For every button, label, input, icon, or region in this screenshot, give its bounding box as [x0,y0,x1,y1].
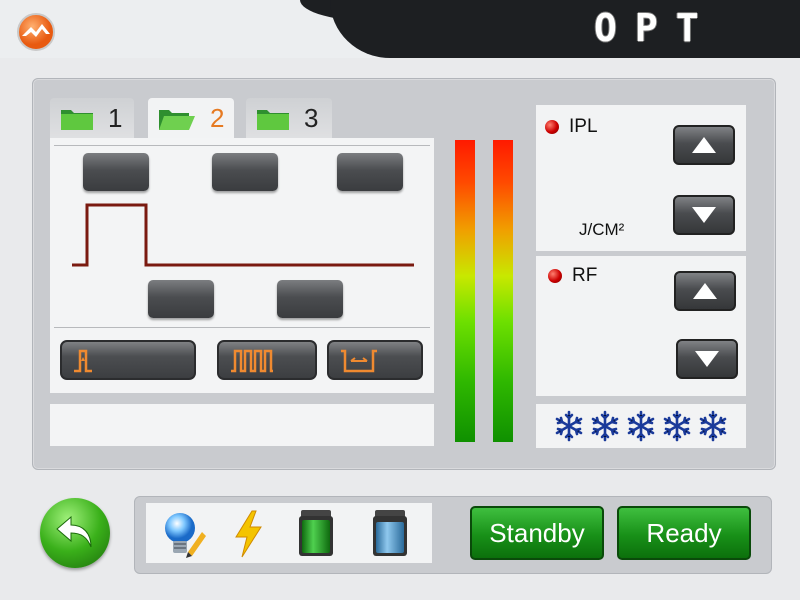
snowflake-icon [627,410,655,442]
snowflake-icon [591,410,619,442]
tab-2[interactable]: 2 [148,98,234,138]
tab-3-label: 3 [304,102,319,133]
back-button[interactable] [40,498,110,568]
long-pulse-mode-button[interactable] [327,340,423,380]
pulse-waveform [72,203,414,267]
ipl-indicator: IPL [545,116,598,138]
divider [54,327,430,328]
snowflake-icon [699,410,727,442]
brand-title: OPT [594,6,717,50]
divider [54,145,430,146]
ipl-unit: J/CM² [579,220,625,239]
lightbulb-pencil-icon[interactable] [160,508,206,560]
ipl-increase-button[interactable] [673,125,735,165]
back-arrow-icon [56,515,92,548]
rf-level-meter [493,140,513,442]
status-dot-icon [548,269,562,283]
param-button-4[interactable] [148,280,214,318]
standby-button[interactable]: Standby [470,506,604,560]
single-pulse-icon [74,349,92,373]
water-tank-low-icon[interactable] [370,508,410,558]
folder-icon [257,110,289,130]
header-band-dark [330,0,800,58]
ready-button[interactable]: Ready [617,506,751,560]
param-button-3[interactable] [337,153,403,191]
tab-2-label: 2 [210,102,225,133]
rf-indicator: RF [548,265,597,287]
tab-1[interactable]: 1 [50,98,134,138]
arrow-down-icon [692,207,716,223]
multi-pulse-mode-button[interactable] [217,340,317,380]
param-button-5[interactable] [277,280,343,318]
ipl-decrease-button[interactable] [673,195,735,235]
tab-1-label: 1 [108,102,123,133]
water-tank-full-icon[interactable] [296,508,336,558]
tab-3[interactable]: 3 [246,98,332,138]
arrow-up-icon [692,137,716,153]
snowflake-icon [555,410,583,442]
rf-decrease-button[interactable] [676,339,738,379]
snowflake-icon [663,410,691,442]
ipl-label: IPL [569,116,598,137]
rf-label: RF [572,265,598,286]
param-button-2[interactable] [212,153,278,191]
logo-icon [17,13,55,51]
long-pulse-icon [341,349,377,373]
status-dot-icon [545,120,559,134]
info-display [50,404,434,446]
param-button-1[interactable] [83,153,149,191]
single-pulse-mode-button[interactable] [60,340,196,380]
lightning-icon[interactable] [232,510,264,558]
ipl-level-meter [455,140,475,442]
arrow-down-icon [695,351,719,367]
folder-open-icon [159,110,195,130]
rf-increase-button[interactable] [674,271,736,311]
multi-pulse-icon [231,349,273,373]
folder-icon [61,110,93,130]
arrow-up-icon [693,283,717,299]
cooling-level[interactable] [536,404,746,448]
